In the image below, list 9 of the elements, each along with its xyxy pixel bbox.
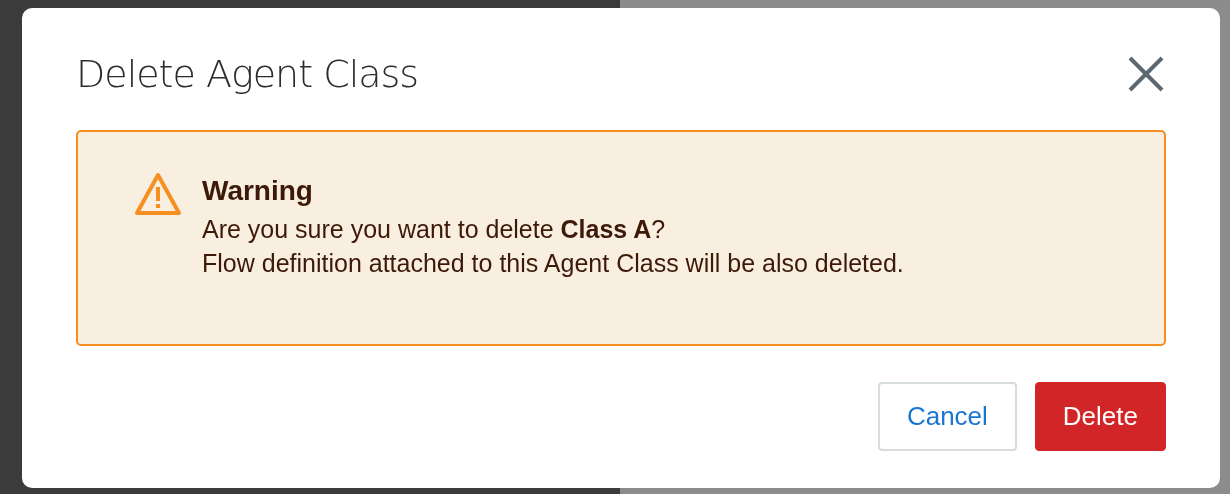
dialog-title: Delete Agent Class <box>76 52 419 96</box>
cancel-button[interactable]: Cancel <box>877 382 1017 451</box>
close-icon <box>1128 56 1164 92</box>
warning-icon <box>134 172 182 216</box>
alert-message: Flow definition attached to this Agent Class will be also deleted. <box>202 248 904 280</box>
alert-message: Are you sure you want to delete Class A? <box>202 214 667 246</box>
alert-heading: Warning <box>202 174 314 208</box>
delete-button[interactable]: Delete <box>1034 382 1166 451</box>
close-button[interactable] <box>1126 54 1166 94</box>
